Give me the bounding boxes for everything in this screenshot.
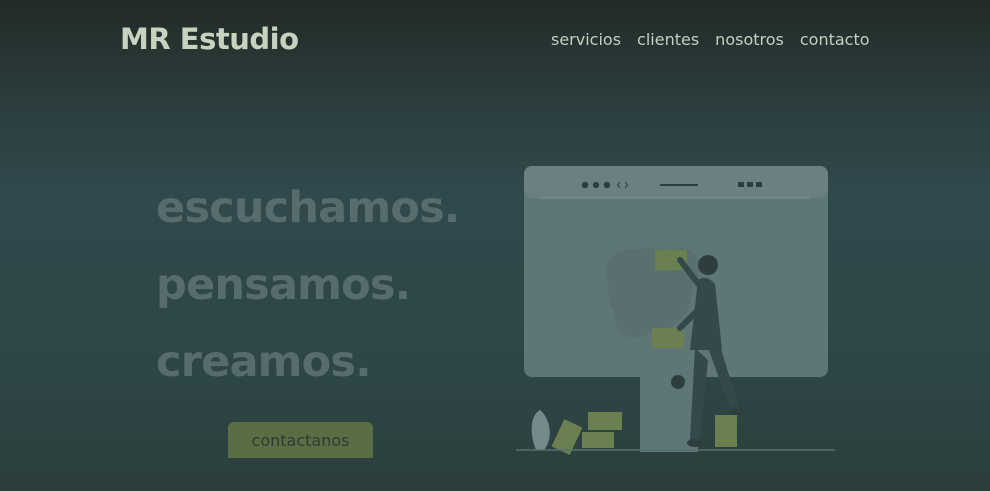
sticky-note	[715, 415, 737, 447]
hero-word-escuchamos: escuchamos.	[156, 183, 460, 233]
hero-word-creamos: creamos.	[156, 337, 372, 387]
nav-link-servicios[interactable]: servicios	[551, 30, 621, 49]
leaf-graphic	[531, 410, 550, 450]
hero-headline: escuchamos. pensamos. creamos.	[156, 170, 460, 401]
contact-cta-button[interactable]: contactanos	[228, 422, 373, 458]
nav-link-nosotros[interactable]: nosotros	[715, 30, 784, 49]
hero-word-pensamos: pensamos.	[156, 260, 411, 310]
sticky-note	[588, 412, 622, 430]
nav-link-clientes[interactable]: clientes	[637, 30, 699, 49]
site-header: MR Estudio servicios clientes nosotros c…	[0, 0, 990, 82]
main-nav: servicios clientes nosotros contacto	[551, 30, 870, 49]
hero-illustration	[516, 166, 835, 455]
sticky-note	[652, 328, 684, 348]
nav-link-contacto[interactable]: contacto	[800, 30, 870, 49]
brand-logo[interactable]: MR Estudio	[120, 22, 299, 56]
sticky-note	[582, 432, 614, 448]
